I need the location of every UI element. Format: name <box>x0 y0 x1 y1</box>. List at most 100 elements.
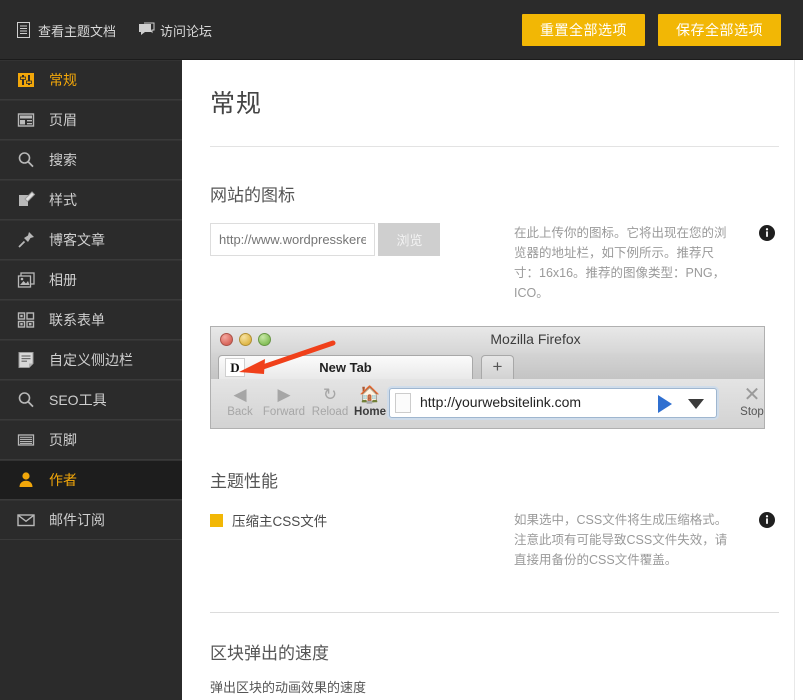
url-text: http://yourwebsitelink.com <box>420 394 582 410</box>
sidebar-item-label: 邮件订阅 <box>49 512 105 528</box>
sidebar-item-label: 博客文章 <box>49 232 105 248</box>
forward-button[interactable]: ▶ Forward <box>261 384 307 418</box>
sidebar-item-search[interactable]: 搜索 <box>0 140 182 180</box>
pencil-square-icon <box>16 190 36 210</box>
home-button[interactable]: 🏠 Home <box>347 384 393 418</box>
sidebar-item-mail-subscribe[interactable]: 邮件订阅 <box>0 500 182 540</box>
chevron-down-icon[interactable] <box>688 399 704 409</box>
user-icon <box>16 470 36 490</box>
chat-bubble-icon <box>138 22 155 38</box>
photos-icon <box>16 270 36 290</box>
section-sublabel: 弹出区块的动画效果的速度 <box>210 680 367 695</box>
section-theme-performance: 主题性能 压缩主CSS文件 如果选中，CSS文件将生成压缩格式。注意此项有可能导… <box>210 467 779 570</box>
back-button[interactable]: ◀ Back <box>217 384 263 418</box>
site-icon-field-group: 浏览 <box>210 223 492 256</box>
section-title: 区块弹出的速度 <box>210 644 329 663</box>
forward-label: Forward <box>262 406 306 418</box>
title-divider <box>210 146 779 147</box>
minify-css-field-group: 压缩主CSS文件 <box>210 510 492 530</box>
home-label: Home <box>354 406 386 418</box>
site-icon-description-group: 在此上传你的图标。它将出现在您的浏览器的地址栏，如下例所示。推荐尺寸：16x16… <box>492 223 779 303</box>
close-x-icon: ✕ <box>743 384 761 406</box>
sidebar-item-header[interactable]: 页眉 <box>0 100 182 140</box>
browser-titlebar: Mozilla Firefox <box>211 327 764 353</box>
sidebar-item-general[interactable]: 常规 <box>0 60 182 100</box>
save-all-options-button[interactable]: 保存全部选项 <box>658 14 781 46</box>
page-title: 常规 <box>210 90 263 118</box>
sidebar-item-label: 联系表单 <box>49 312 105 328</box>
search-icon <box>16 390 36 410</box>
arrow-right-icon: ▶ <box>277 385 291 404</box>
theme-performance-description-group: 如果选中，CSS文件将生成压缩格式。注意此项有可能导致CSS文件失效，请直接用备… <box>492 510 779 570</box>
sidebar-item-blog-posts[interactable]: 博客文章 <box>0 220 182 260</box>
top-bar-actions: 重置全部选项 保存全部选项 <box>522 0 781 60</box>
form-grid-icon <box>16 310 36 330</box>
envelope-icon <box>16 510 36 530</box>
visit-forum-link[interactable]: 访问论坛 <box>138 21 212 40</box>
sidebar-item-contact-form[interactable]: 联系表单 <box>0 300 182 340</box>
browse-button[interactable]: 浏览 <box>378 223 441 256</box>
browser-tab[interactable]: D New Tab <box>218 355 473 379</box>
search-icon <box>16 150 36 170</box>
sidebar-item-label: 页脚 <box>49 432 77 448</box>
top-bar: 查看主题文档 访问论坛 重置全部选项 保存全部选项 <box>0 0 803 60</box>
pin-icon <box>16 230 36 250</box>
sidebar-note-icon <box>16 350 36 370</box>
section-description: 如果选中，CSS文件将生成压缩格式。注意此项有可能导致CSS文件失效，请直接用备… <box>514 513 728 567</box>
sidebar-item-label: 页眉 <box>49 112 77 128</box>
sliders-icon <box>16 70 36 90</box>
tab-favicon: D <box>225 358 245 377</box>
go-arrow-icon[interactable] <box>658 395 672 413</box>
sidebar-item-custom-sidebar[interactable]: 自定义侧边栏 <box>0 340 182 380</box>
view-theme-docs-link[interactable]: 查看主题文档 <box>16 21 116 40</box>
sidebar-item-seo-tools[interactable]: SEO工具 <box>0 380 182 420</box>
minify-css-checkbox[interactable] <box>210 513 223 527</box>
section-title: 网站的图标 <box>210 186 295 205</box>
document-icon <box>16 22 31 38</box>
minify-css-label: 压缩主CSS文件 <box>232 514 328 529</box>
browser-navbar: ◀ Back ▶ Forward ↻ Reload 🏠 Home http://… <box>211 379 764 428</box>
browser-mockup-image: Mozilla Firefox D New Tab + ◀ Back ▶ For… <box>210 326 765 429</box>
info-icon[interactable] <box>759 225 775 241</box>
stop-label: Stop <box>740 406 764 418</box>
tab-label: New Tab <box>319 360 372 375</box>
home-icon: 🏠 <box>359 385 381 404</box>
content-right-edge <box>794 60 795 700</box>
footer-layout-icon <box>16 430 36 450</box>
back-label: Back <box>227 406 253 418</box>
section-site-icon: 网站的图标 浏览 在此上传你的图标。它将出现在您的浏览器的地址栏，如下例所示。推… <box>210 181 779 429</box>
sidebar-item-label: 自定义侧边栏 <box>49 352 133 368</box>
sidebar-item-label: SEO工具 <box>49 392 107 408</box>
new-tab-button[interactable]: + <box>481 355 514 379</box>
section-divider <box>210 612 779 613</box>
sidebar-item-label: 相册 <box>49 272 77 288</box>
main-content: 常规 网站的图标 浏览 在此上传你的图标。它将出现在您的浏览器的地址栏，如下例所… <box>182 60 803 700</box>
view-theme-docs-label: 查看主题文档 <box>38 23 117 39</box>
sidebar-item-author[interactable]: 作者 <box>0 460 182 500</box>
sidebar-item-label: 搜索 <box>49 152 77 168</box>
browser-url-bar[interactable]: http://yourwebsitelink.com <box>389 388 717 418</box>
stop-button[interactable]: ✕ Stop <box>732 384 764 418</box>
site-icon-url-input[interactable] <box>210 223 375 256</box>
sidebar-item-label: 作者 <box>49 472 77 488</box>
page-icon <box>395 393 411 413</box>
browser-window-title: Mozilla Firefox <box>490 331 581 347</box>
options-panel-page: 查看主题文档 访问论坛 重置全部选项 保存全部选项 常规 页眉 搜索 样式 博客… <box>0 0 803 700</box>
visit-forum-label: 访问论坛 <box>160 23 213 39</box>
top-bar-links: 查看主题文档 访问论坛 <box>16 0 212 60</box>
sidebar-item-label: 样式 <box>49 192 77 208</box>
header-layout-icon <box>16 110 36 130</box>
info-icon[interactable] <box>759 512 775 528</box>
sidebar-filler <box>0 540 182 700</box>
section-block-popup-speed: 区块弹出的速度 弹出区块的动画效果的速度 设置一个毫秒值 <box>210 639 779 700</box>
reset-all-options-button[interactable]: 重置全部选项 <box>522 14 645 46</box>
sidebar-item-label: 常规 <box>49 72 77 88</box>
sidebar-item-footer[interactable]: 页脚 <box>0 420 182 460</box>
section-description: 在此上传你的图标。它将出现在您的浏览器的地址栏，如下例所示。推荐尺寸：16x16… <box>514 226 727 300</box>
minify-css-checkbox-row[interactable]: 压缩主CSS文件 <box>210 510 492 530</box>
browser-tabstrip: D New Tab + <box>211 340 764 379</box>
sidebar-item-styling[interactable]: 样式 <box>0 180 182 220</box>
section-title: 主题性能 <box>210 472 278 491</box>
arrow-left-icon: ◀ <box>233 385 247 404</box>
sidebar-item-gallery[interactable]: 相册 <box>0 260 182 300</box>
